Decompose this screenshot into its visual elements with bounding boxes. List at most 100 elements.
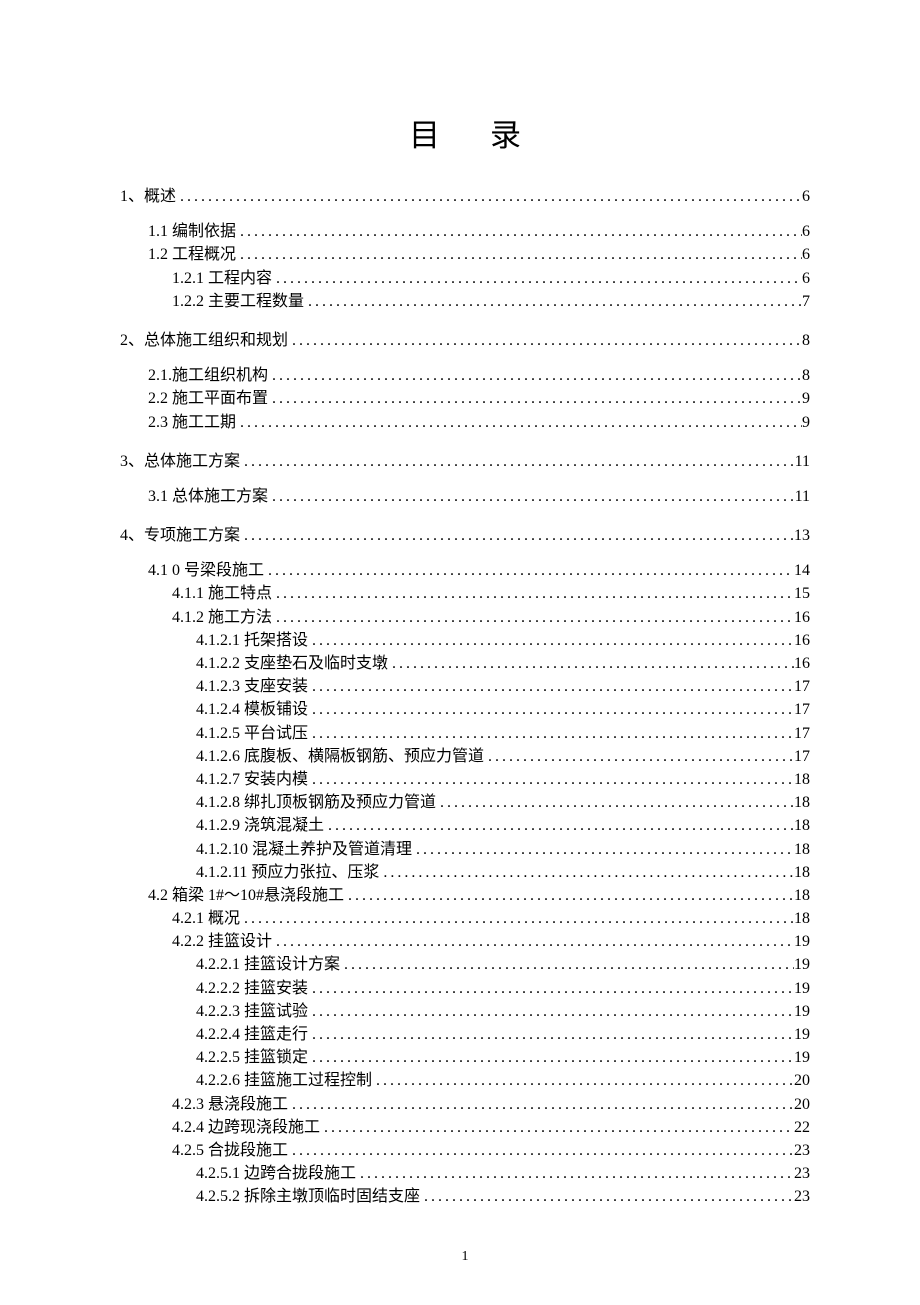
toc-leader-dots	[324, 814, 794, 837]
toc-entry: 4.1.2.3 支座安装17	[196, 675, 810, 698]
toc-entry: 4.2.2.1 挂篮设计方案19	[196, 953, 810, 976]
toc-entry-page: 6	[802, 220, 810, 243]
toc-entry: 1.2 工程概况6	[148, 243, 810, 266]
toc-entry: 4.2.2 挂篮设计19	[172, 930, 810, 953]
toc-entry: 3、总体施工方案 11	[120, 450, 810, 473]
toc-entry: 4.2.2.6 挂篮施工过程控制20	[196, 1069, 810, 1092]
toc-leader-dots	[308, 675, 794, 698]
toc-entry: 1、概述6	[120, 185, 810, 208]
toc-entry-label: 4.2.2.4 挂篮走行	[196, 1023, 308, 1046]
toc-leader-dots	[379, 861, 794, 884]
toc-entry-label: 1.1 编制依据	[148, 220, 236, 243]
toc-entry-label: 4.1.2.9 浇筑混凝土	[196, 814, 324, 837]
toc-entry-label: 4.2.5.2 拆除主墩顶临时固结支座	[196, 1185, 420, 1208]
toc-entry-label: 4.1.2.3 支座安装	[196, 675, 308, 698]
toc-entry: 1.1 编制依据 6	[148, 220, 810, 243]
toc-entry-page: 17	[794, 745, 810, 768]
toc-entry-label: 4.1.2.5 平台试压	[196, 722, 308, 745]
toc-entry-label: 4、专项施工方案	[120, 524, 240, 547]
toc-entry: 1.2.1 工程内容6	[172, 267, 810, 290]
toc-entry-label: 2.2 施工平面布置	[148, 387, 268, 410]
toc-leader-dots	[412, 838, 794, 861]
toc-entry-label: 1.2 工程概况	[148, 243, 236, 266]
toc-leader-dots	[268, 387, 802, 410]
toc-entry-label: 2.1.施工组织机构	[148, 364, 268, 387]
toc-entry-label: 4.2.4 边跨现浇段施工	[172, 1116, 320, 1139]
toc-entry-label: 2、总体施工组织和规划	[120, 329, 288, 352]
toc-entry-page: 19	[794, 1023, 810, 1046]
toc-leader-dots	[236, 243, 802, 266]
toc-leader-dots	[288, 329, 802, 352]
toc-entry-page: 9	[802, 387, 810, 410]
toc-leader-dots	[236, 220, 802, 243]
toc-entry-page: 18	[794, 791, 810, 814]
toc-entry-page: 17	[794, 722, 810, 745]
toc-entry: 4.1.2.11 预应力张拉、压浆18	[196, 861, 810, 884]
toc-leader-dots	[308, 1000, 794, 1023]
toc-entry: 1.2.2 主要工程数量7	[172, 290, 810, 313]
toc-leader-dots	[356, 1162, 794, 1185]
toc-entry-page: 7	[802, 290, 810, 313]
toc-entry: 4.2.3 悬浇段施工 20	[172, 1093, 810, 1116]
toc-entry: 4、专项施工方案13	[120, 524, 810, 547]
toc-entry-label: 1.2.1 工程内容	[172, 267, 272, 290]
toc-leader-dots	[176, 185, 802, 208]
toc-entry-label: 4.1 0 号梁段施工	[148, 559, 264, 582]
toc-entry-page: 19	[794, 930, 810, 953]
toc-entry-label: 4.1.1 施工特点	[172, 582, 272, 605]
toc-leader-dots	[308, 977, 794, 1000]
toc-entry: 4.1.2.2 支座垫石及临时支墩16	[196, 652, 810, 675]
toc-entry-label: 3、总体施工方案	[120, 450, 240, 473]
toc-entry-label: 2.3 施工工期	[148, 411, 236, 434]
toc-entry-page: 16	[794, 652, 810, 675]
toc-entry-label: 4.1.2.7 安装内模	[196, 768, 308, 791]
toc-entry-page: 8	[802, 329, 810, 352]
toc-leader-dots	[308, 698, 794, 721]
toc-entry-page: 23	[794, 1185, 810, 1208]
toc-entry-page: 19	[794, 977, 810, 1000]
toc-leader-dots	[240, 524, 794, 547]
toc-leader-dots	[272, 930, 794, 953]
toc-entry-page: 22	[794, 1116, 810, 1139]
toc-entry-label: 3.1 总体施工方案	[148, 485, 268, 508]
toc-leader-dots	[308, 1023, 794, 1046]
toc-leader-dots	[268, 364, 802, 387]
toc-leader-dots	[344, 884, 794, 907]
toc-entry-page: 14	[794, 559, 810, 582]
toc-entry: 4.2.5 合拢段施工23	[172, 1139, 810, 1162]
toc-entry: 4.1.2.5 平台试压 17	[196, 722, 810, 745]
toc-entry-label: 4.2.5.1 边跨合拢段施工	[196, 1162, 356, 1185]
toc-entry-page: 18	[794, 884, 810, 907]
toc-leader-dots	[420, 1185, 794, 1208]
toc-entry: 2、总体施工组织和规划 8	[120, 329, 810, 352]
toc-entry-label: 4.1.2.6 底腹板、横隔板钢筋、预应力管道	[196, 745, 484, 768]
toc-entry: 3.1 总体施工方案11	[148, 485, 810, 508]
toc-leader-dots	[320, 1116, 794, 1139]
toc-leader-dots	[264, 559, 794, 582]
toc-entry: 4.2 箱梁 1#～10#悬浇段施工18	[148, 884, 810, 907]
toc-entry-label: 4.1.2.8 绑扎顶板钢筋及预应力管道	[196, 791, 436, 814]
toc-entry-label: 4.2.1 概况	[172, 907, 240, 930]
toc-entry-page: 20	[794, 1093, 810, 1116]
toc-entry: 4.1.2.1 托架搭设16	[196, 629, 810, 652]
toc-leader-dots	[308, 629, 794, 652]
toc-entry-page: 18	[794, 768, 810, 791]
toc-entry: 2.1.施工组织机构8	[148, 364, 810, 387]
toc-entry-page: 11	[795, 450, 810, 473]
toc-entry-page: 23	[794, 1139, 810, 1162]
toc-entry: 4.2.2.5 挂篮锁定19	[196, 1046, 810, 1069]
toc-leader-dots	[288, 1093, 794, 1116]
toc-entry-page: 9	[802, 411, 810, 434]
toc-entry-label: 4.2.3 悬浇段施工	[172, 1093, 288, 1116]
toc-leader-dots	[288, 1139, 794, 1162]
toc-entry: 4.2.5.1 边跨合拢段施工23	[196, 1162, 810, 1185]
toc-entry-label: 4.1.2.10 混凝土养护及管道清理	[196, 838, 412, 861]
toc-leader-dots	[268, 485, 795, 508]
toc-entry-label: 4.2.2.3 挂篮试验	[196, 1000, 308, 1023]
toc-entry-page: 19	[794, 953, 810, 976]
page-number: 1	[120, 1249, 810, 1265]
toc-leader-dots	[236, 411, 802, 434]
toc-leader-dots	[340, 953, 794, 976]
toc-entry-page: 6	[802, 185, 810, 208]
toc-leader-dots	[272, 267, 802, 290]
